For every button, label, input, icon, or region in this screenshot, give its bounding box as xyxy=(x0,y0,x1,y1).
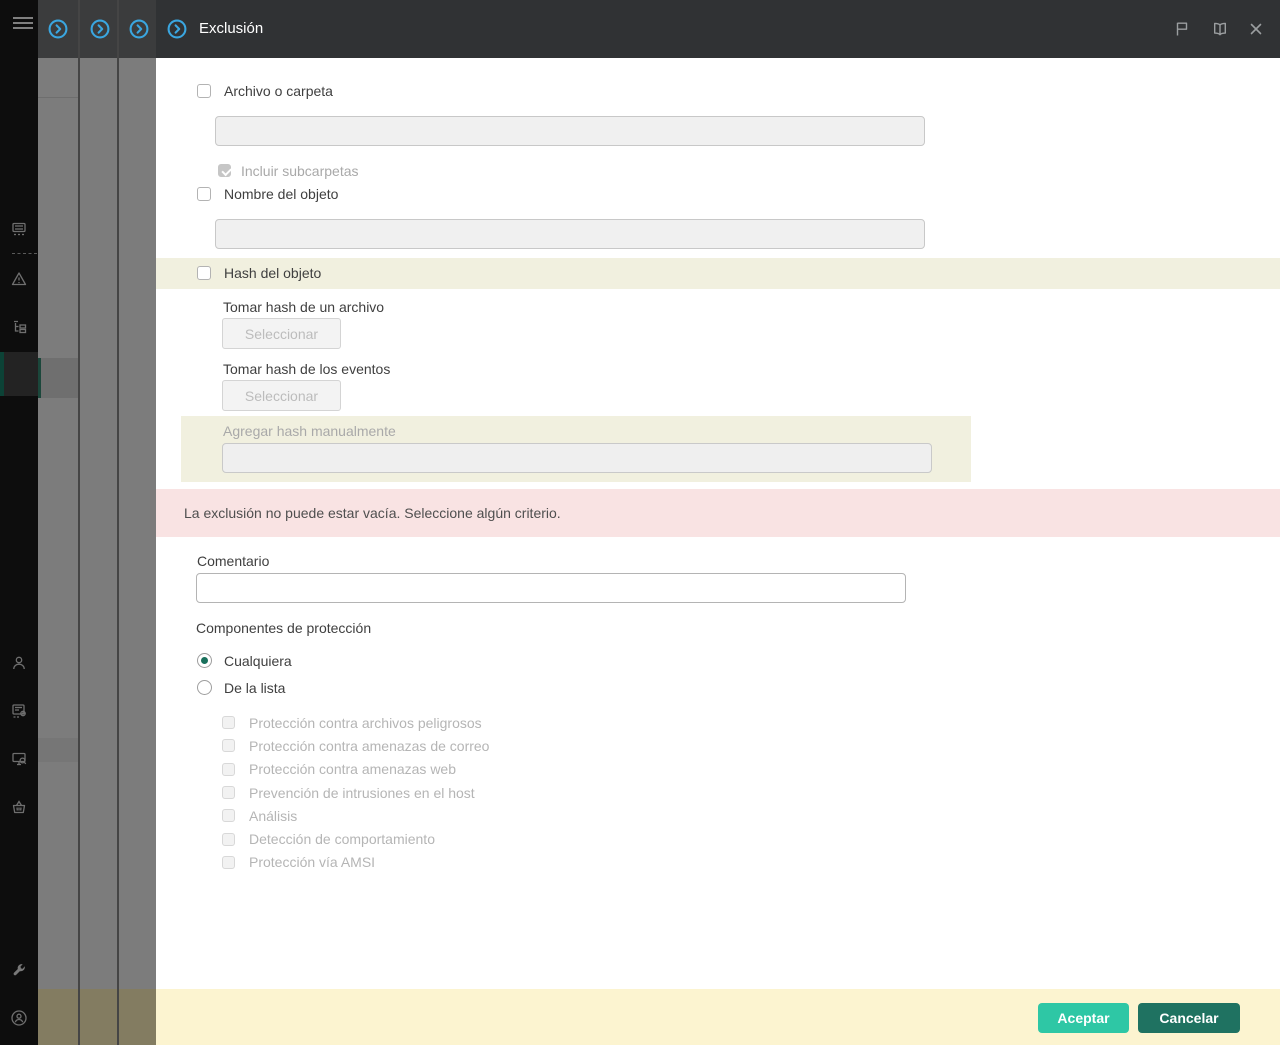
component-checkbox xyxy=(222,716,235,730)
component-checkbox xyxy=(222,739,235,753)
seleccionar-eventos-button: Seleccionar xyxy=(222,380,341,411)
accept-button[interactable]: Aceptar xyxy=(1038,1003,1129,1033)
page-title: Exclusión xyxy=(199,20,264,37)
console-list-icon[interactable] xyxy=(10,220,28,238)
list-item: Detección de comportamiento xyxy=(222,827,489,850)
error-banner: La exclusión no puede estar vacía. Selec… xyxy=(156,489,1280,537)
stacked-panel-2-header xyxy=(80,0,117,58)
component-label: Protección contra amenazas de correo xyxy=(249,737,490,754)
warning-icon[interactable] xyxy=(10,270,28,288)
cancel-button[interactable]: Cancelar xyxy=(1138,1003,1240,1033)
panel-header: Exclusión xyxy=(156,0,1280,58)
monitor-search-icon[interactable] xyxy=(10,750,28,768)
incluir-subcarpetas-checkbox xyxy=(218,164,231,177)
list-item: Protección vía AMSI xyxy=(222,851,489,874)
flag-icon[interactable] xyxy=(1173,20,1191,38)
radio-cualquiera-label: Cualquiera xyxy=(224,653,292,669)
stacked-panel-3-footer xyxy=(119,989,156,1045)
basket-icon[interactable] xyxy=(10,798,28,816)
error-message: La exclusión no puede estar vacía. Selec… xyxy=(184,505,561,521)
component-label: Protección vía AMSI xyxy=(249,854,376,871)
stacked-panel-3[interactable] xyxy=(117,0,156,1045)
exclusion-dialog: Exclusión Archivo o carpeta Incluir subc… xyxy=(0,0,1280,1045)
scrimmed-row xyxy=(38,738,78,762)
nombre-objeto-checkbox[interactable] xyxy=(197,187,211,201)
circle-chevron-icon xyxy=(89,18,111,40)
stacked-panel-1[interactable] xyxy=(38,0,78,1045)
hash-objeto-checkbox[interactable] xyxy=(197,266,211,280)
agregar-hash-label: Agregar hash manualmente xyxy=(223,423,396,439)
rail-item-selected[interactable] xyxy=(0,352,38,396)
stacked-panel-1-footer xyxy=(38,989,78,1045)
nav-rail xyxy=(0,0,38,1045)
circle-chevron-icon xyxy=(128,18,150,40)
list-item: Análisis xyxy=(222,804,489,827)
divider xyxy=(38,97,78,98)
component-label: Detección de comportamiento xyxy=(249,831,435,848)
hierarchy-icon[interactable] xyxy=(10,318,28,336)
component-label: Análisis xyxy=(249,807,298,824)
component-label: Protección contra archivos peligrosos xyxy=(249,714,482,731)
component-checkbox xyxy=(222,786,235,800)
incluir-subcarpetas-label: Incluir subcarpetas xyxy=(241,163,359,179)
component-checkbox xyxy=(222,855,235,869)
archivo-carpeta-label: Archivo o carpeta xyxy=(224,83,333,99)
component-checkbox xyxy=(222,809,235,823)
nombre-objeto-input xyxy=(215,219,925,249)
help-book-icon[interactable] xyxy=(1211,20,1229,38)
component-label: Prevención de intrusiones en el host xyxy=(249,784,475,801)
stacked-panel-1-header xyxy=(38,0,78,58)
comentario-label: Comentario xyxy=(197,553,270,569)
list-item: Prevención de intrusiones en el host xyxy=(222,781,489,804)
user-icon[interactable] xyxy=(10,654,28,672)
stacked-panel-3-header xyxy=(119,0,156,58)
hash-objeto-label: Hash del objeto xyxy=(224,265,322,281)
stacked-panel-2[interactable] xyxy=(78,0,117,1045)
circle-chevron-icon xyxy=(166,18,188,40)
componentes-label: Componentes de protección xyxy=(196,620,372,636)
user-circle-icon[interactable] xyxy=(10,1009,28,1027)
radio-de-la-lista-label: De la lista xyxy=(224,680,286,696)
radio-cualquiera[interactable] xyxy=(197,653,212,668)
tomar-hash-archivo-label: Tomar hash de un archivo xyxy=(223,299,385,315)
archivo-carpeta-checkbox[interactable] xyxy=(197,84,211,98)
protection-components-list: Protección contra archivos peligrosos Pr… xyxy=(222,711,489,874)
scrimmed-selected-row xyxy=(38,358,78,398)
component-checkbox xyxy=(222,762,235,776)
agregar-hash-input xyxy=(222,443,932,473)
menu-icon[interactable] xyxy=(13,15,33,31)
radio-de-la-lista[interactable] xyxy=(197,680,212,695)
document-gear-icon[interactable] xyxy=(10,702,28,720)
circle-chevron-icon xyxy=(47,18,69,40)
comentario-input[interactable] xyxy=(196,573,906,603)
close-icon[interactable] xyxy=(1247,20,1265,38)
stacked-panel-2-footer xyxy=(80,989,117,1045)
tomar-hash-eventos-label: Tomar hash de los eventos xyxy=(223,361,391,377)
rail-separator xyxy=(12,253,37,254)
wrench-icon[interactable] xyxy=(10,961,28,979)
seleccionar-archivo-button: Seleccionar xyxy=(222,318,341,349)
list-item: Protección contra amenazas web xyxy=(222,758,489,781)
archivo-carpeta-input xyxy=(215,116,925,146)
component-checkbox xyxy=(222,832,235,846)
nombre-objeto-label: Nombre del objeto xyxy=(224,186,339,202)
component-label: Protección contra amenazas web xyxy=(249,761,456,778)
hash-objeto-highlight xyxy=(156,258,1280,289)
list-item: Protección contra archivos peligrosos xyxy=(222,711,489,734)
list-item: Protección contra amenazas de correo xyxy=(222,734,489,757)
